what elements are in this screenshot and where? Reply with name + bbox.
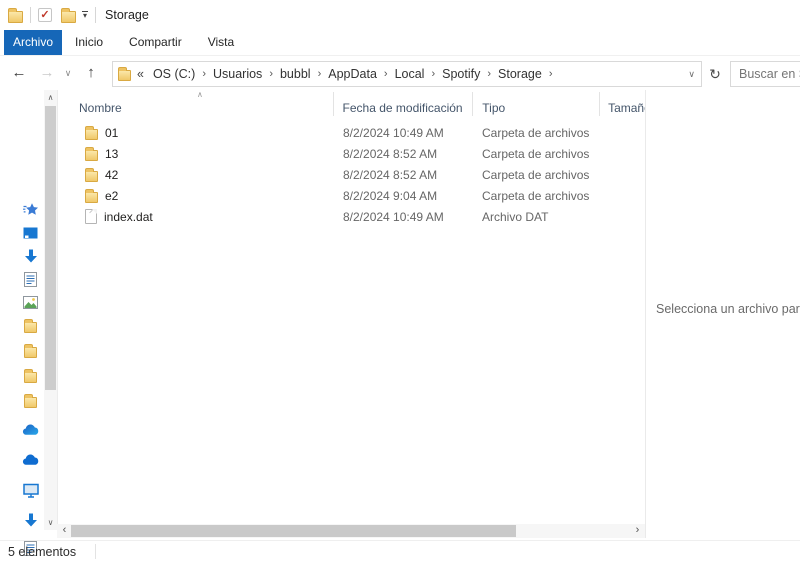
- folder-icon[interactable]: [22, 343, 39, 359]
- folder-icon: [85, 192, 98, 203]
- file-type-cell: Carpeta de archivos: [474, 168, 601, 182]
- downloads-icon[interactable]: [22, 512, 39, 528]
- breadcrumb-overflow[interactable]: «: [131, 67, 149, 81]
- breadcrumb-chevron-icon[interactable]: ›: [428, 68, 438, 80]
- forward-icon[interactable]: →: [36, 62, 58, 84]
- window-title: Storage: [105, 8, 149, 22]
- table-row[interactable]: index.dat 8/2/2024 10:49 AM Archivo DAT: [58, 206, 645, 227]
- file-type-cell: Carpeta de archivos: [474, 126, 601, 140]
- file-list: ∧ Nombre Fecha de modificación Tipo Tama…: [57, 90, 645, 538]
- file-type-cell: Carpeta de archivos: [474, 189, 601, 203]
- desktop-icon[interactable]: [22, 225, 39, 241]
- file-icon: [85, 209, 97, 224]
- up-icon[interactable]: ↑: [80, 62, 102, 84]
- new-folder-icon[interactable]: [61, 11, 76, 23]
- back-icon[interactable]: ←: [8, 62, 30, 84]
- folder-icon: [85, 150, 98, 161]
- file-name-cell: e2: [58, 189, 334, 203]
- breadcrumb-item[interactable]: Usuarios: [209, 67, 266, 81]
- folder-icon: [85, 171, 98, 182]
- tab-compartir[interactable]: Compartir: [116, 30, 195, 55]
- recent-locations-dropdown-icon[interactable]: ∨: [61, 62, 75, 84]
- breadcrumb-chevron-icon[interactable]: ›: [315, 68, 325, 80]
- breadcrumb-chevron-icon[interactable]: ›: [484, 68, 494, 80]
- window-folder-icon[interactable]: [8, 11, 23, 23]
- file-date-cell: 8/2/2024 8:52 AM: [334, 147, 474, 161]
- navigation-pane: ♪ ∧ ∨: [0, 90, 57, 538]
- preview-pane: Selecciona un archivo para obtener la vi…: [645, 90, 800, 538]
- breadcrumb-item[interactable]: AppData: [324, 67, 381, 81]
- this-pc-icon[interactable]: [22, 482, 39, 498]
- file-date-cell: 8/2/2024 10:49 AM: [334, 126, 474, 140]
- column-headers: ∧ Nombre Fecha de modificación Tipo Tama…: [58, 90, 645, 117]
- file-date-cell: 8/2/2024 8:52 AM: [334, 168, 474, 182]
- scroll-down-icon[interactable]: ∨: [44, 516, 57, 529]
- breadcrumb-chevron-icon[interactable]: ›: [381, 68, 391, 80]
- tab-archivo[interactable]: Archivo: [4, 30, 62, 55]
- file-name-cell: index.dat: [58, 209, 334, 224]
- sort-ascending-icon: ∧: [197, 90, 203, 99]
- scroll-up-icon[interactable]: ∧: [44, 91, 57, 104]
- search-box: [730, 61, 800, 87]
- breadcrumb-item[interactable]: bubbl: [276, 67, 315, 81]
- documents-icon[interactable]: [22, 271, 39, 287]
- item-count: 5 elementos: [8, 545, 76, 559]
- file-type-cell: Archivo DAT: [474, 210, 601, 224]
- breadcrumb-chevron-icon[interactable]: ›: [199, 68, 209, 80]
- file-date-cell: 8/2/2024 10:49 AM: [334, 210, 474, 224]
- quick-access-star-icon[interactable]: [22, 202, 39, 218]
- address-dropdown-icon[interactable]: ∨: [682, 69, 701, 80]
- statusbar-separator: [95, 544, 96, 559]
- file-date-cell: 8/2/2024 9:04 AM: [334, 189, 474, 203]
- breadcrumb-chevron-icon[interactable]: ›: [546, 68, 556, 80]
- table-row[interactable]: 13 8/2/2024 8:52 AM Carpeta de archivos: [58, 143, 645, 164]
- refresh-icon[interactable]: ↻: [704, 61, 726, 87]
- customize-quick-access-dropdown-icon[interactable]: ▾: [82, 11, 88, 20]
- navpane-scrollbar-thumb[interactable]: [45, 106, 56, 390]
- navpane-scrollbar[interactable]: ∧ ∨: [44, 90, 57, 530]
- breadcrumb-item[interactable]: Local: [391, 67, 429, 81]
- column-header-tamano[interactable]: Tamaño: [600, 92, 645, 116]
- navigation-toolbar: ← → ∨ ↑ « OS (C:) › Usuarios › bubbl › A…: [0, 56, 800, 90]
- table-row[interactable]: 42 8/2/2024 8:52 AM Carpeta de archivos: [58, 164, 645, 185]
- properties-check-icon[interactable]: ✓: [38, 8, 52, 22]
- folder-icon[interactable]: [22, 368, 39, 384]
- address-bar[interactable]: « OS (C:) › Usuarios › bubbl › AppData ›…: [112, 61, 702, 87]
- column-header-nombre[interactable]: Nombre: [58, 92, 334, 116]
- file-name-cell: 42: [58, 168, 334, 182]
- folder-icon[interactable]: [22, 318, 39, 334]
- downloads-icon[interactable]: [22, 248, 39, 264]
- breadcrumb-chevron-icon[interactable]: ›: [266, 68, 276, 80]
- file-name-cell: 13: [58, 147, 334, 161]
- breadcrumb-item[interactable]: OS (C:): [149, 67, 199, 81]
- titlebar: ✓ ▾ Storage: [0, 0, 800, 30]
- scroll-right-icon[interactable]: ›: [631, 524, 644, 538]
- filelist-horizontal-scrollbar[interactable]: ‹ ›: [57, 524, 645, 538]
- breadcrumb-item[interactable]: Spotify: [438, 67, 484, 81]
- horizontal-scrollbar-thumb[interactable]: [71, 525, 516, 537]
- address-folder-icon: [118, 70, 131, 81]
- titlebar-separator: [95, 7, 96, 23]
- breadcrumb-item[interactable]: Storage: [494, 67, 546, 81]
- folder-icon[interactable]: [22, 393, 39, 409]
- folder-icon: [85, 129, 98, 140]
- file-name-cell: 01: [58, 126, 334, 140]
- column-header-fecha[interactable]: Fecha de modificación: [334, 92, 474, 116]
- file-rows: 01 8/2/2024 10:49 AM Carpeta de archivos…: [58, 122, 645, 227]
- table-row[interactable]: e2 8/2/2024 9:04 AM Carpeta de archivos: [58, 185, 645, 206]
- column-header-tipo[interactable]: Tipo: [473, 92, 600, 116]
- tab-inicio[interactable]: Inicio: [62, 30, 116, 55]
- onedrive-color-icon[interactable]: [22, 422, 39, 438]
- pictures-icon[interactable]: [22, 294, 39, 310]
- onedrive-icon[interactable]: [22, 452, 39, 468]
- titlebar-separator: [30, 7, 31, 23]
- ribbon-tabs: Archivo Inicio Compartir Vista: [0, 30, 800, 56]
- scroll-left-icon[interactable]: ‹: [58, 524, 71, 538]
- search-input[interactable]: [731, 62, 800, 86]
- status-bar: 5 elementos: [0, 540, 800, 562]
- tab-vista[interactable]: Vista: [195, 30, 247, 55]
- table-row[interactable]: 01 8/2/2024 10:49 AM Carpeta de archivos: [58, 122, 645, 143]
- preview-message: Selecciona un archivo para obtener la vi…: [656, 302, 800, 316]
- file-type-cell: Carpeta de archivos: [474, 147, 601, 161]
